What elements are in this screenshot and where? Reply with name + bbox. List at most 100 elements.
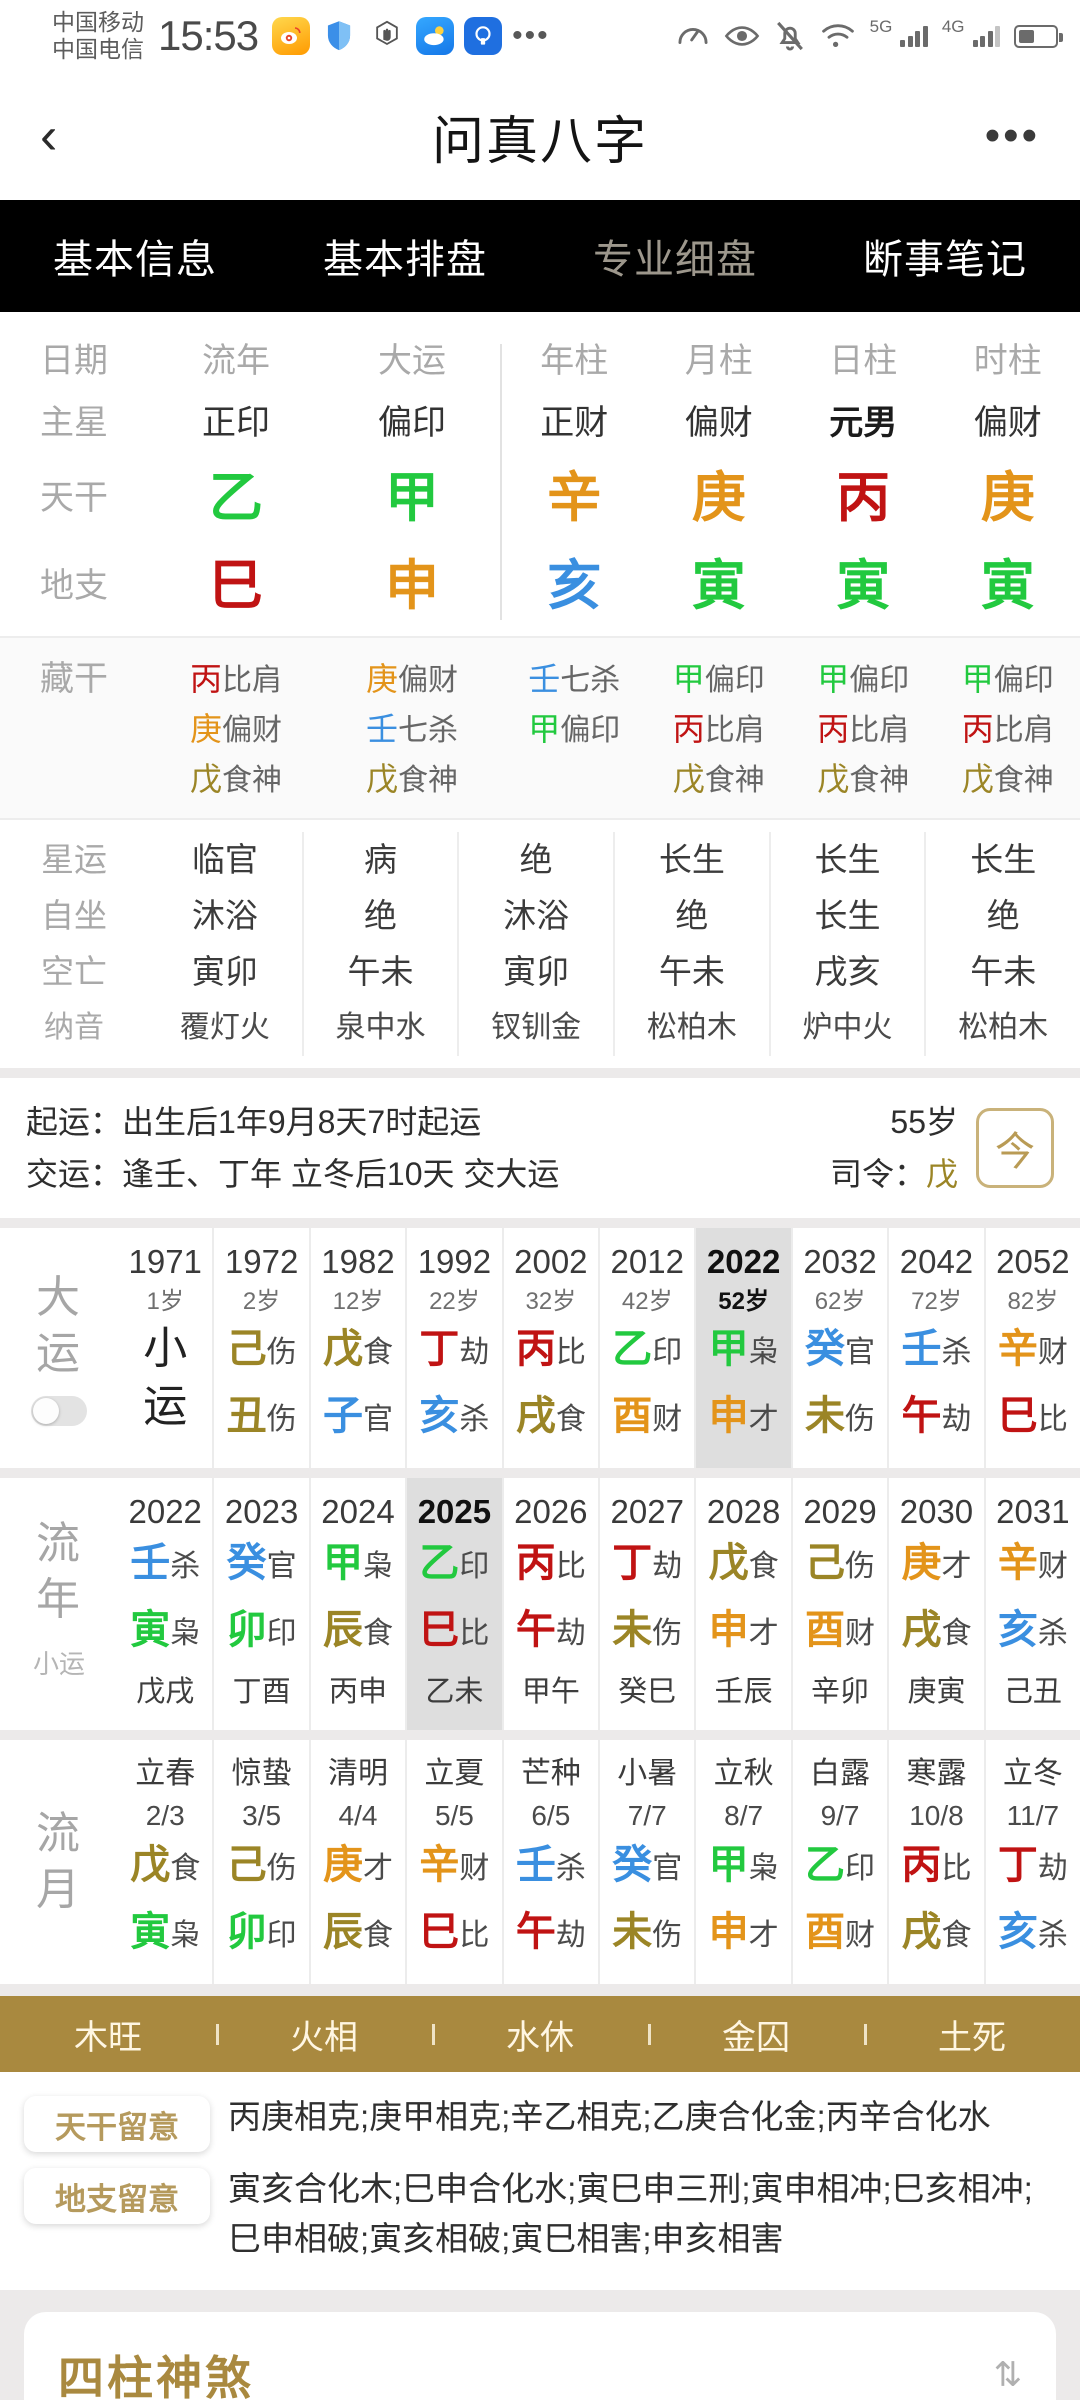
dayun-col-5[interactable]: 2012 42岁 乙印 酉财: [598, 1228, 694, 1468]
dayun-gan-shishen: 杀: [941, 1336, 972, 1369]
dayun-gan-shishen: 劫: [459, 1336, 490, 1369]
hidden-gan: 甲: [672, 661, 705, 697]
liunian-xiaoyun: 壬辰: [714, 1676, 773, 1708]
bulb-icon: [464, 17, 503, 55]
liunian-zhi: 酉: [805, 1608, 846, 1652]
dayun-zhi-pair: 午劫: [889, 1387, 983, 1454]
status-more-icon: •••: [512, 19, 550, 52]
hidden-shishen: 偏印: [704, 664, 765, 697]
battery-icon: [1014, 24, 1063, 48]
hidden-gan: 庚: [365, 661, 398, 697]
liuyue-zhi: 戌: [901, 1910, 942, 1954]
attr-label-0: 星运: [41, 841, 107, 878]
sizhu-shensha-card[interactable]: 四柱神煞 ⇅: [24, 2312, 1056, 2400]
liunian-gan-shishen: 伤: [845, 1550, 876, 1583]
liunian-col-5[interactable]: 2027 丁劫 未伤 癸巳: [598, 1478, 694, 1730]
liuyue-col-0[interactable]: 立春 2/3 戊食 寅枭: [118, 1740, 212, 1984]
weather-icon: [416, 17, 455, 55]
liuyue-gan: 辛: [419, 1843, 460, 1887]
dayun-col-6[interactable]: 2022 52岁 甲枭 申才: [694, 1228, 791, 1468]
dayun-col-0[interactable]: 1971 1岁小运: [118, 1228, 212, 1468]
bell-muted-icon: [776, 21, 803, 51]
dayun-col-3[interactable]: 1992 22岁 丁劫 亥杀: [405, 1228, 501, 1468]
liunian-xiaoyun: 丙申: [329, 1676, 388, 1708]
liunian-zhi-pair: 酉财: [793, 1601, 887, 1668]
hidden-gan: 戊: [961, 761, 994, 797]
liuyue-gan-shishen: 食: [170, 1852, 201, 1885]
dayun-col-8[interactable]: 2042 72岁 壬杀 午劫: [887, 1228, 983, 1468]
liunian-zhi-pair: 卯印: [214, 1601, 308, 1668]
tab-1[interactable]: 基本排盘: [270, 227, 540, 285]
liuyue-col-2[interactable]: 清明 4/4 庚才 辰食: [308, 1740, 405, 1984]
attributes-section: 星运 自坐 空亡 纳音 临官 沐浴 寅卯 覆灯火病绝午未 泉中水绝沐浴 寅卯 钗钏金 长生绝午未 松柏…: [0, 820, 1080, 1068]
dayun-zhi-pair: 丑伤: [214, 1387, 308, 1454]
dizhi-cell: 寅: [980, 556, 1035, 616]
liunian-col-8[interactable]: 2030 庚才 戌食 庚寅: [887, 1478, 983, 1730]
qiyun-line-1: 起运：出生后1年9月8天7时起运: [26, 1096, 830, 1148]
hidden-stem-cell: 丙比肩: [647, 704, 792, 754]
liuyue-col-4[interactable]: 芒种 6/5 壬杀 午劫: [501, 1740, 598, 1984]
note-row-1: 地支留意 寅亥合化木;巳申合化水;寅巳申三刑;寅申相冲;巳亥相冲;巳申相破;寅亥相…: [0, 2158, 1080, 2270]
dayun-col-7[interactable]: 2032 62岁 癸官 未伤: [790, 1228, 887, 1468]
sort-toggle-icon[interactable]: ⇅: [994, 2355, 1023, 2395]
dizhi-cell: 寅: [691, 556, 746, 616]
hidden-gan: 庚: [189, 711, 222, 747]
hidden-shishen: 偏印: [560, 714, 621, 747]
qiyun-text-block: 起运：出生后1年9月8天7时起运 交运：逢壬、丁年 立冬后10天 交大运: [26, 1096, 830, 1200]
attr-zizuo-cell: 长生: [814, 897, 881, 934]
liuyue-col-9[interactable]: 立冬 11/7 丁劫 亥杀: [983, 1740, 1080, 1984]
liunian-col-4[interactable]: 2026 丙比 午劫 甲午: [501, 1478, 598, 1730]
liuyue-col-5[interactable]: 小暑 7/7 癸官 未伤: [598, 1740, 694, 1984]
dayun-zhi-pair: 酉财: [600, 1387, 694, 1454]
liuyue-zhi-shishen: 财: [845, 1919, 876, 1952]
dayun-zhi: 酉: [612, 1394, 653, 1438]
liunian-gan-pair: 甲枭: [311, 1534, 405, 1601]
liuyue-zhi-pair: 未伤: [600, 1903, 694, 1970]
tab-3[interactable]: 断事笔记: [810, 227, 1080, 285]
pillar-col-日柱: 日柱 元男丙寅: [791, 330, 936, 630]
liuyue-col-8[interactable]: 寒露 10/8 丙比 戌食: [887, 1740, 983, 1984]
attr-zizuo-cell: 沐浴: [191, 897, 258, 934]
liunian-col-7[interactable]: 2029 己伤 酉财 辛卯: [790, 1478, 887, 1730]
liuyue-col-7[interactable]: 白露 9/7 乙印 酉财: [790, 1740, 887, 1984]
liunian-col-1[interactable]: 2023 癸官 卯印 丁酉: [212, 1478, 308, 1730]
hidden-stem-cell: 丙比肩: [791, 704, 936, 754]
liunian-xiaoyun: 癸巳: [618, 1676, 677, 1708]
liunian-zhi-shishen: 伤: [652, 1617, 683, 1650]
carrier-labels: 中国移动 中国电信: [52, 9, 144, 63]
status-app-icons: •••: [272, 17, 550, 55]
today-badge-button[interactable]: 今: [976, 1108, 1054, 1188]
liuyue-gan-shishen: 比: [941, 1852, 972, 1885]
liunian-col-9[interactable]: 2031 辛财 亥杀 己丑: [983, 1478, 1080, 1730]
hidden-stem-cell: 戊食神: [791, 754, 936, 804]
dayun-gan-pair: 丁劫: [407, 1320, 501, 1387]
dayun-age: 2岁: [242, 1288, 281, 1315]
liuyue-col-6[interactable]: 立秋 8/7 甲枭 申才: [694, 1740, 790, 1984]
liunian-col-3[interactable]: 2025 乙印 巳比 乙未: [405, 1478, 502, 1730]
liunian-col-0[interactable]: 2022 壬杀 寅枭 戊戌: [118, 1478, 212, 1730]
dayun-col-1[interactable]: 1972 2岁 己伤 丑伤: [212, 1228, 308, 1468]
dayun-gan-shishen: 官: [845, 1336, 876, 1369]
dayun-col-4[interactable]: 2002 32岁 丙比 戌食: [501, 1228, 598, 1468]
liuyue-col-3[interactable]: 立夏 5/5 辛财 巳比: [405, 1740, 501, 1984]
hidden-stems-label-col: 藏干: [0, 654, 148, 804]
overflow-menu-button[interactable]: •••: [985, 114, 1040, 157]
dayun-age: 42岁: [621, 1288, 673, 1315]
dayun-col-9[interactable]: 2052 82岁 辛财 巳比: [983, 1228, 1080, 1468]
liunian-col-2[interactable]: 2024 甲枭 辰食 丙申: [308, 1478, 405, 1730]
liunian-zhi-pair: 戌食: [889, 1601, 983, 1668]
dayun-col-2[interactable]: 1982 12岁 戊食 子官: [308, 1228, 405, 1468]
dayun-toggle[interactable]: [31, 1396, 87, 1426]
tab-0[interactable]: 基本信息: [0, 227, 270, 285]
dayun-zhi-shishen: 才: [748, 1403, 779, 1436]
liuyue-zhi-pair: 卯印: [214, 1903, 308, 1970]
liuyue-col-1[interactable]: 惊蛰 3/5 己伤 卯印: [212, 1740, 308, 1984]
liunian-label: 流 年 小运: [0, 1478, 118, 1730]
liuyue-zhi-shishen: 杀: [1037, 1919, 1068, 1952]
tab-2[interactable]: 专业细盘: [540, 227, 810, 285]
zhuxing-cell: 偏财: [684, 404, 753, 442]
liunian-year: 2030: [899, 1493, 974, 1530]
liunian-col-6[interactable]: 2028 戊食 申才 壬辰: [694, 1478, 790, 1730]
liunian-gan-pair: 戊食: [696, 1534, 790, 1601]
hidden-stem-cell: 甲偏印: [791, 654, 936, 704]
